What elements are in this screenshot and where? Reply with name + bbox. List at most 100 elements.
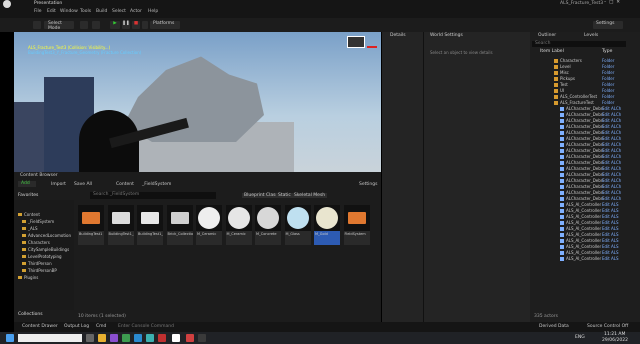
window-controls[interactable]: – □ ✕ — [604, 0, 620, 5]
app-icon-4[interactable] — [198, 334, 206, 342]
menu-window[interactable]: Window — [60, 9, 78, 14]
folder-tree-item[interactable]: ThirdPerson — [22, 261, 52, 266]
output-log-button[interactable]: Output Log — [64, 324, 89, 329]
tab-details[interactable]: Details — [390, 33, 406, 39]
outliner-row-type: Edit ALS — [602, 232, 619, 237]
tab-world-settings[interactable]: World Settings — [430, 33, 463, 39]
folder-tree-item[interactable]: _FieldSystem — [22, 219, 54, 224]
folder-tree-item[interactable]: AdvancedLocomotion — [22, 233, 71, 238]
menu-actor[interactable]: Actor — [130, 9, 142, 14]
level-viewport[interactable]: ALS_Fracture_Test3 (Collision: Visibilit… — [14, 32, 381, 172]
outliner-col-label[interactable]: Item Label — [540, 49, 564, 54]
folder-icon — [554, 77, 558, 81]
outliner-row-type: Edit ALS — [602, 214, 619, 219]
menu-edit[interactable]: Edit — [47, 9, 56, 14]
language-indicator[interactable]: ENG — [575, 335, 585, 340]
import-button[interactable]: Import — [51, 182, 66, 187]
outliner-row-label: ALS_AI_Controller — [566, 244, 602, 249]
asset-tile[interactable]: BuildingTest1 — [78, 205, 104, 245]
more-play-options-icon[interactable] — [142, 21, 148, 29]
filter-chip[interactable]: Blueprint Class — [242, 193, 280, 198]
task-view-icon[interactable] — [86, 334, 94, 342]
outliner-row-type: Edit ALCh — [602, 148, 622, 153]
visual-studio-icon[interactable] — [110, 334, 118, 342]
add-button[interactable]: Add — [18, 181, 36, 187]
edge-icon[interactable] — [134, 334, 142, 342]
windows-start-icon[interactable] — [6, 334, 14, 342]
pause-button[interactable]: ❚❚ — [122, 21, 130, 29]
folder-tree-item[interactable]: Plugins — [18, 275, 38, 280]
taskbar-search[interactable] — [18, 334, 82, 342]
menu-help[interactable]: Help — [148, 9, 158, 14]
menu-select[interactable]: Select — [112, 9, 126, 14]
content-settings-button[interactable]: Settings — [359, 182, 377, 187]
folder-tree-item[interactable]: Content — [18, 212, 40, 217]
favorites-header[interactable]: Favorites — [18, 193, 38, 198]
tab-content-browser[interactable]: Content Browser — [20, 173, 58, 178]
app-icon-3[interactable] — [186, 334, 194, 342]
asset-tile[interactable]: M_Ceramic — [225, 205, 252, 245]
clock-date[interactable]: 29/06/2022 — [602, 338, 628, 343]
save-icon[interactable] — [33, 21, 41, 29]
collections-header[interactable]: Collections — [18, 312, 43, 317]
folder-tree-item[interactable]: CitySampleBuildings — [22, 247, 69, 252]
tab-outliner[interactable]: Outliner — [538, 33, 556, 39]
breadcrumb-fieldsystem[interactable]: _FieldSystem — [142, 182, 171, 187]
folder-icon — [22, 241, 26, 244]
filter-chip[interactable]: Static — [276, 193, 293, 198]
asset-tile[interactable]: FieldSystem — [343, 205, 370, 245]
panel-divider[interactable] — [423, 32, 424, 332]
actor-icon — [560, 125, 564, 129]
folder-tree-item[interactable]: ThirdPersonBP — [22, 268, 57, 273]
asset-tile[interactable]: M_Concrete — [255, 205, 281, 245]
explorer-icon[interactable] — [98, 334, 106, 342]
menu-build[interactable]: Build — [96, 9, 107, 14]
folder-tree-item[interactable]: _ALS — [22, 226, 38, 231]
app-icon[interactable] — [146, 334, 154, 342]
outliner-search[interactable]: Search — [532, 41, 626, 47]
breadcrumb-content[interactable]: Content — [116, 182, 134, 187]
asset-tile[interactable]: M_Gold — [314, 205, 340, 245]
tab-levels[interactable]: Levels — [584, 33, 598, 39]
outliner-col-type[interactable]: Type — [602, 49, 612, 54]
filter-chip[interactable]: Skeletal Mesh — [292, 193, 328, 198]
app-icon-2[interactable] — [158, 334, 166, 342]
derived-data-button[interactable]: Derived Data — [539, 324, 569, 329]
folder-tree-item[interactable]: LevelPrototyping — [22, 254, 62, 259]
camera-icon[interactable] — [347, 36, 365, 48]
clock-time[interactable]: 11:21 AM — [604, 332, 625, 337]
asset-tile[interactable]: M_Ceramic — [196, 205, 222, 245]
asset-tile[interactable]: BuildingTest1_LOD2_GEO — [137, 205, 163, 245]
unreal-logo-icon[interactable] — [3, 0, 11, 8]
cmd-dropdown[interactable]: Cmd — [96, 324, 106, 329]
select-mode-button[interactable]: Select Mode — [44, 21, 74, 31]
console-input[interactable]: Enter Console Command — [118, 324, 174, 329]
outliner-row-label: Test — [560, 82, 568, 87]
folder-tree-item[interactable]: Characters — [22, 240, 50, 245]
play-button[interactable]: ▶ — [110, 21, 120, 29]
asset-tile[interactable]: M_Glass — [284, 205, 311, 245]
project-tab[interactable]: Presentation — [34, 1, 62, 6]
add-label: Add — [21, 181, 30, 186]
unreal-taskbar-icon[interactable] — [172, 334, 180, 342]
source-control-status[interactable]: Source Control Off — [587, 324, 628, 329]
folder-icon — [554, 83, 558, 87]
asset-tile[interactable]: Brick_Collection — [166, 205, 193, 245]
sequence-icon[interactable] — [92, 21, 100, 29]
menu-tools[interactable]: Tools — [80, 9, 91, 14]
save-all-button[interactable]: Save All — [74, 182, 92, 187]
outliner-row-label: Misc — [560, 70, 569, 75]
stop-button[interactable]: ■ — [132, 21, 140, 29]
actor-icon — [560, 185, 564, 189]
chrome-icon[interactable] — [122, 334, 130, 342]
outliner-row-label: ALCharacter_Debri — [566, 112, 604, 117]
blueprint-icon[interactable] — [80, 21, 88, 29]
asset-tile[interactable]: BuildingTest1_LOD1_GEO — [107, 205, 134, 245]
outliner-row[interactable]: ALS_AI_Controller Edit ALS — [532, 256, 638, 262]
asset-search-input[interactable]: Search _FieldSystem — [90, 192, 216, 199]
platforms-button[interactable]: Platforms — [150, 21, 180, 29]
content-drawer-button[interactable]: Content Drawer — [22, 324, 58, 329]
asset-name: BuildingTest1_LOD1_GEO — [108, 232, 134, 236]
settings-button[interactable]: Settings — [593, 21, 623, 29]
menu-file[interactable]: File — [34, 9, 42, 14]
